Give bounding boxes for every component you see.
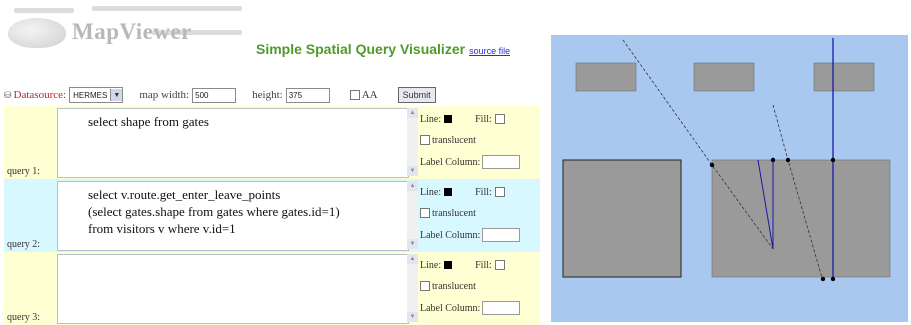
globe-icon bbox=[8, 18, 66, 48]
submit-button[interactable]: Submit bbox=[397, 87, 436, 103]
database-icon: ⛁ bbox=[4, 89, 12, 100]
map-width-label: map width: bbox=[139, 89, 190, 101]
source-file-link[interactable]: source file bbox=[469, 46, 510, 56]
fill-checkbox[interactable] bbox=[494, 260, 505, 270]
line-label: Line: bbox=[420, 259, 442, 271]
enter-leave-point bbox=[830, 157, 836, 163]
scrollbar[interactable]: ▲ ▼ bbox=[407, 181, 418, 249]
gate-shape bbox=[813, 62, 875, 92]
brand-text: MapViewer bbox=[72, 19, 192, 44]
label-column-label: Label Column: bbox=[420, 302, 481, 314]
enter-leave-point bbox=[709, 162, 715, 168]
aa-checkbox[interactable] bbox=[349, 90, 360, 100]
label-column-label: Label Column: bbox=[420, 156, 481, 168]
label-column-label: Label Column: bbox=[420, 229, 481, 241]
query-label: query 2: bbox=[7, 239, 41, 250]
label-column-input[interactable] bbox=[482, 228, 521, 242]
scroll-up-icon[interactable]: ▲ bbox=[407, 254, 418, 264]
scroll-down-icon[interactable]: ▼ bbox=[407, 166, 418, 176]
mapviewer-logo: MapViewer bbox=[2, 2, 252, 54]
line-label: Line: bbox=[420, 113, 442, 125]
translucent-checkbox[interactable] bbox=[420, 135, 430, 145]
translucent-label: translucent bbox=[432, 280, 476, 292]
query-textarea[interactable] bbox=[57, 254, 409, 324]
query-label: query 3: bbox=[7, 312, 41, 323]
query-label: query 1: bbox=[7, 166, 41, 177]
translucent-checkbox[interactable] bbox=[420, 208, 430, 218]
query-row-2: select v.route.get_enter_leave_points (s… bbox=[4, 179, 540, 252]
fill-label: Fill: bbox=[475, 113, 492, 125]
scroll-up-icon[interactable]: ▲ bbox=[407, 181, 418, 191]
page-title: Simple Spatial Query Visualizer source fi… bbox=[256, 41, 510, 57]
scroll-down-icon[interactable]: ▼ bbox=[407, 312, 418, 322]
translucent-label: translucent bbox=[432, 207, 476, 219]
aa-option[interactable]: AA bbox=[349, 89, 378, 101]
enter-leave-point bbox=[820, 276, 826, 282]
line-label: Line: bbox=[420, 186, 442, 198]
gate-shape bbox=[562, 159, 682, 278]
gate-shape bbox=[711, 159, 891, 278]
enter-leave-point bbox=[830, 276, 836, 282]
datasource-select[interactable]: HERMES ▼ bbox=[69, 87, 124, 103]
query-textarea[interactable]: select shape from gates bbox=[57, 108, 409, 178]
query-row-3: ▲ ▼ Line: Fill: translucent Label Column:… bbox=[4, 252, 540, 325]
page-title-text: Simple Spatial Query Visualizer bbox=[256, 41, 466, 57]
fill-checkbox[interactable] bbox=[494, 187, 505, 197]
query-controls: ⛁ Datasource: HERMES ▼ map width: 500 he… bbox=[4, 86, 544, 104]
query-style-options: Line: Fill: translucent Label Column: bbox=[420, 109, 540, 173]
gate-shape bbox=[693, 62, 755, 92]
query-textarea[interactable]: select v.route.get_enter_leave_points (s… bbox=[57, 181, 409, 251]
scrollbar[interactable]: ▲ ▼ bbox=[407, 108, 418, 176]
enter-leave-point bbox=[770, 157, 776, 163]
chevron-down-icon: ▼ bbox=[110, 89, 123, 101]
translucent-label: translucent bbox=[432, 134, 476, 146]
line-color-swatch[interactable] bbox=[444, 115, 453, 123]
label-column-input[interactable] bbox=[482, 155, 521, 169]
query-style-options: Line: Fill: translucent Label Column: bbox=[420, 255, 540, 319]
height-input[interactable]: 375 bbox=[285, 87, 330, 103]
line-color-swatch[interactable] bbox=[444, 261, 453, 269]
enter-leave-point bbox=[785, 157, 791, 163]
height-label: height: bbox=[252, 89, 283, 101]
map-width-input[interactable]: 500 bbox=[192, 87, 237, 103]
scrollbar[interactable]: ▲ ▼ bbox=[407, 254, 418, 322]
line-color-swatch[interactable] bbox=[444, 188, 453, 196]
datasource-label: ⛁ Datasource: bbox=[4, 89, 67, 101]
scroll-down-icon[interactable]: ▼ bbox=[407, 239, 418, 249]
query-row-1: select shape from gates ▲ ▼ Line: Fill: t… bbox=[4, 106, 540, 179]
gate-shape bbox=[575, 62, 637, 92]
scroll-up-icon[interactable]: ▲ bbox=[407, 108, 418, 118]
label-column-input[interactable] bbox=[482, 301, 521, 315]
translucent-checkbox[interactable] bbox=[420, 281, 430, 291]
map-canvas bbox=[551, 35, 908, 322]
fill-label: Fill: bbox=[475, 186, 492, 198]
fill-label: Fill: bbox=[475, 259, 492, 271]
query-style-options: Line: Fill: translucent Label Column: bbox=[420, 182, 540, 246]
fill-checkbox[interactable] bbox=[494, 114, 505, 124]
